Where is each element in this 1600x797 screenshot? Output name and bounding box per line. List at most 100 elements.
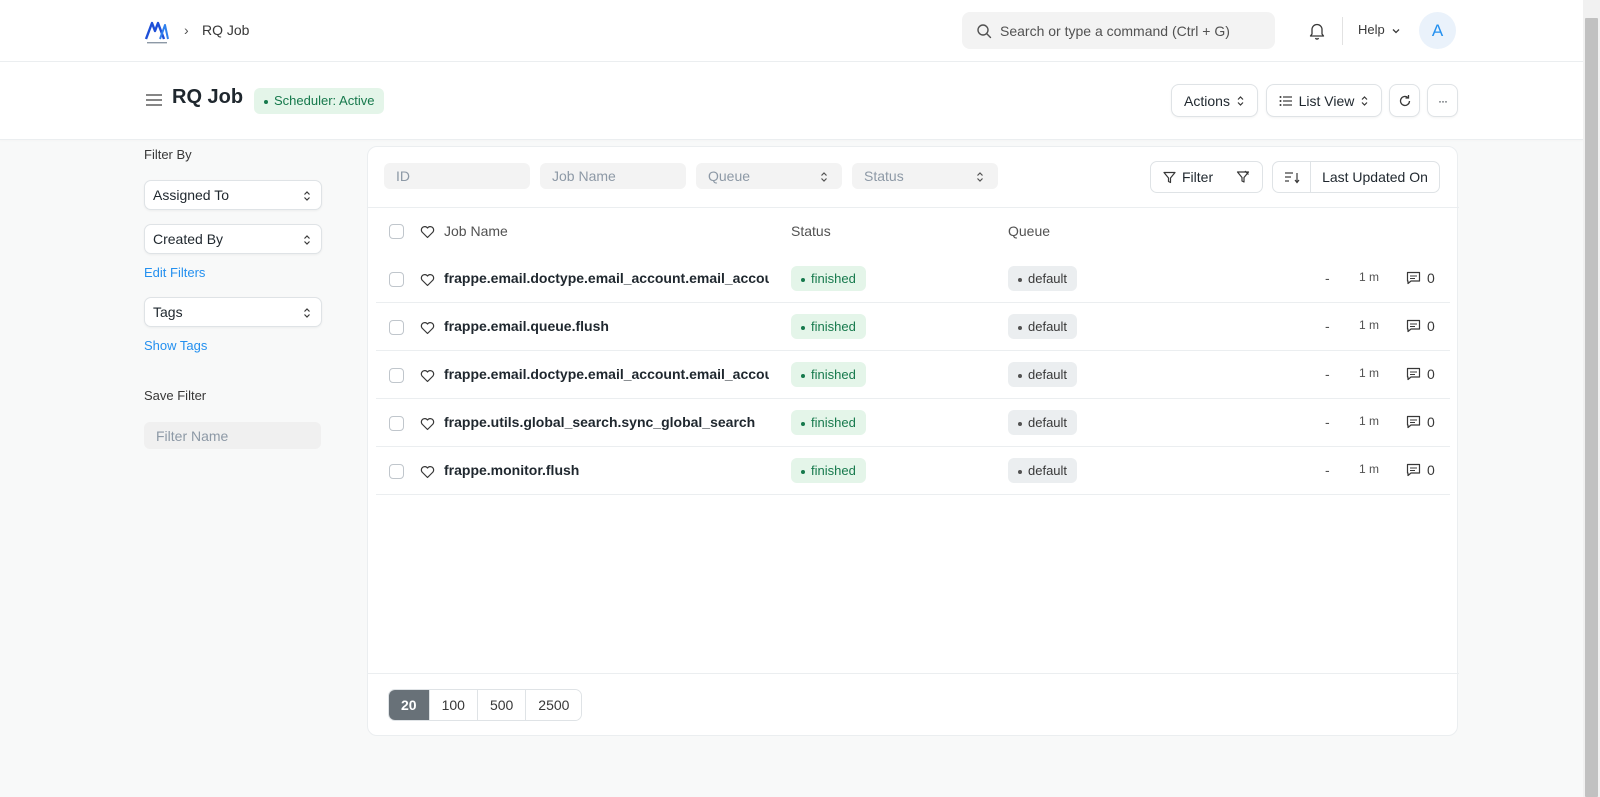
status-text: finished	[811, 415, 856, 430]
navbar: › RQ Job Help A	[0, 0, 1583, 62]
table-row[interactable]: frappe.email.doctype.email_account.email…	[376, 255, 1450, 303]
save-filter-label: Save Filter	[144, 388, 207, 403]
job-name-link[interactable]: frappe.utils.global_search.sync_global_s…	[444, 414, 769, 430]
sort-by-button[interactable]: Last Updated On	[1310, 161, 1440, 193]
select-arrows-icon	[304, 308, 310, 318]
created-by-select[interactable]: Created By	[144, 224, 322, 254]
help-dropdown[interactable]: Help	[1358, 22, 1401, 37]
queue-dot-icon	[1018, 421, 1022, 426]
card-footer-divider	[368, 673, 1459, 674]
status-badge: finished	[791, 266, 866, 291]
edit-filters-link[interactable]: Edit Filters	[144, 265, 205, 280]
tags-label: Tags	[153, 304, 183, 320]
filter-button[interactable]: Filter	[1150, 161, 1227, 193]
job-name-link[interactable]: frappe.email.doctype.email_account.email…	[444, 366, 769, 382]
job-name-link[interactable]: frappe.monitor.flush	[444, 462, 769, 478]
select-arrows-icon	[821, 172, 827, 182]
created-by-label: Created By	[153, 231, 224, 247]
row-checkbox[interactable]	[389, 416, 404, 431]
chevron-down-icon	[1392, 28, 1400, 33]
page-length-20[interactable]: 20	[389, 690, 430, 720]
status-badge: finished	[791, 362, 866, 387]
job-name-link[interactable]: frappe.email.doctype.email_account.email…	[444, 270, 769, 286]
select-arrows-icon	[304, 191, 310, 201]
status-text: finished	[811, 271, 856, 286]
sort-order-button[interactable]	[1272, 161, 1311, 193]
actions-button[interactable]: Actions	[1171, 84, 1258, 117]
modified-time: 1 m	[1359, 270, 1380, 284]
row-dash: -	[1325, 270, 1330, 286]
status-text: finished	[811, 319, 856, 334]
queue-filter-label: Queue	[708, 168, 751, 184]
scheduler-label: Scheduler: Active	[274, 93, 375, 108]
scrollbar-thumb[interactable]	[1585, 18, 1598, 797]
job-name-filter-input[interactable]	[540, 163, 686, 189]
row-dash: -	[1325, 366, 1330, 382]
select-arrows-icon	[1237, 95, 1244, 106]
page-head: RQ Job Scheduler: Active Actions List Vi…	[0, 62, 1583, 140]
status-badge: finished	[791, 458, 866, 483]
actions-label: Actions	[1184, 92, 1230, 109]
search-input[interactable]	[1000, 12, 1265, 49]
table-row[interactable]: frappe.monitor.flush finished default - 1 m 0	[376, 447, 1450, 495]
queue-filter-select[interactable]: Queue	[696, 163, 842, 189]
heart-icon[interactable]	[420, 321, 435, 335]
filter-by-label: Filter By	[144, 147, 192, 162]
refresh-button[interactable]	[1389, 84, 1420, 117]
notification-bell-icon[interactable]	[1307, 21, 1327, 41]
row-checkbox[interactable]	[389, 464, 404, 479]
row-dash: -	[1325, 414, 1330, 430]
table-row[interactable]: frappe.utils.global_search.sync_global_s…	[376, 399, 1450, 447]
table-row[interactable]: frappe.email.doctype.email_account.email…	[376, 351, 1450, 399]
modified-time: 1 m	[1359, 366, 1380, 380]
breadcrumb-rq-job[interactable]: RQ Job	[202, 22, 249, 38]
heart-icon[interactable]	[420, 273, 435, 287]
queue-text: default	[1028, 319, 1068, 334]
user-avatar[interactable]: A	[1419, 12, 1456, 49]
more-menu-button[interactable]: ···	[1427, 84, 1458, 117]
assigned-to-select[interactable]: Assigned To	[144, 180, 322, 210]
status-filter-select[interactable]: Status	[852, 163, 998, 189]
list-card: Queue Status Filter Last Updated On Job …	[367, 146, 1459, 736]
page-length-100[interactable]: 100	[429, 690, 478, 720]
heart-icon[interactable]	[420, 465, 435, 479]
app-logo-icon[interactable]	[144, 19, 170, 45]
row-checkbox[interactable]	[389, 272, 404, 287]
status-dot-icon	[264, 99, 268, 104]
list-view-button[interactable]: List View	[1266, 84, 1382, 117]
clear-filters-button[interactable]	[1224, 161, 1263, 193]
queue-dot-icon	[1018, 373, 1022, 378]
row-dash: -	[1325, 462, 1330, 478]
page-title: RQ Job	[172, 86, 244, 108]
queue-badge: default	[1008, 266, 1078, 291]
comment-icon	[1406, 271, 1421, 285]
select-arrows-icon	[1361, 95, 1368, 106]
table-row[interactable]: frappe.email.queue.flush finished default -…	[376, 303, 1450, 351]
heart-icon[interactable]	[420, 417, 435, 431]
page-length-500[interactable]: 500	[477, 690, 527, 720]
tags-select[interactable]: Tags	[144, 297, 322, 327]
sidebar-toggle-icon[interactable]	[145, 92, 163, 108]
comment-icon	[1406, 463, 1421, 477]
heart-icon[interactable]	[420, 369, 435, 383]
awesomebar[interactable]	[962, 12, 1275, 49]
status-dot-icon	[801, 421, 805, 426]
col-job-name: Job Name	[444, 223, 508, 239]
id-filter-input[interactable]	[384, 163, 530, 189]
comment-count: 0	[1427, 462, 1435, 478]
status-dot-icon	[801, 277, 805, 282]
queue-text: default	[1028, 367, 1068, 382]
show-tags-link[interactable]: Show Tags	[144, 338, 207, 353]
page-length-2500[interactable]: 2500	[526, 690, 582, 720]
queue-dot-icon	[1018, 277, 1022, 282]
row-checkbox[interactable]	[389, 320, 404, 335]
filter-name-input[interactable]	[144, 422, 321, 449]
page-scrollbar[interactable]	[1583, 0, 1600, 797]
job-name-link[interactable]: frappe.email.queue.flush	[444, 318, 769, 334]
row-checkbox[interactable]	[389, 368, 404, 383]
heart-icon[interactable]	[420, 225, 435, 239]
modified-time: 1 m	[1359, 318, 1380, 332]
status-text: finished	[811, 367, 856, 382]
queue-badge: default	[1008, 410, 1078, 435]
select-all-checkbox[interactable]	[389, 224, 404, 239]
